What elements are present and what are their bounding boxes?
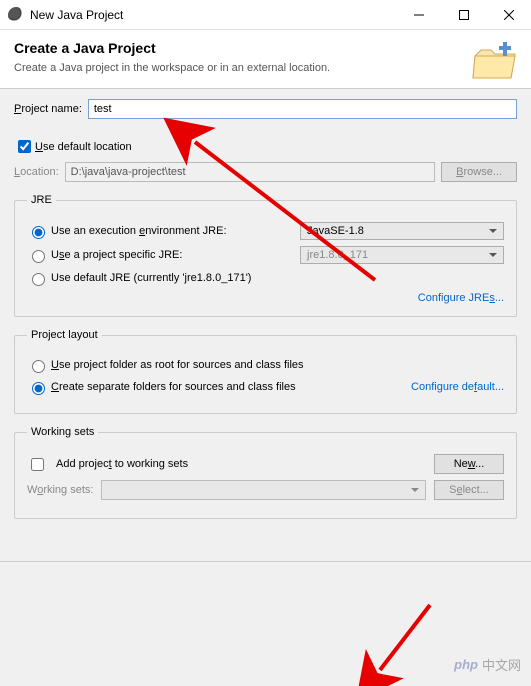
working-sets-group: Working sets Add project to working sets… — [14, 426, 517, 519]
configure-default-link[interactable]: Configure default... — [411, 381, 504, 393]
jre-project-specific-row: Use a project specific JRE: jre1.8.0_171 — [27, 246, 504, 264]
layout-separate-label: Create separate folders for sources and … — [51, 381, 411, 393]
working-sets-select — [101, 480, 426, 500]
use-default-location-row: Use default location — [14, 137, 517, 156]
wizard-title: Create a Java Project — [14, 40, 517, 56]
watermark: php 中文网 — [454, 655, 521, 674]
working-sets-label: Working sets: — [27, 484, 93, 496]
folder-wizard-icon — [471, 38, 519, 86]
jre-default-label: Use default JRE (currently 'jre1.8.0_171… — [51, 272, 504, 284]
jre-default-row: Use default JRE (currently 'jre1.8.0_171… — [27, 270, 504, 286]
jre-project-specific-label: Use a project specific JRE: — [51, 249, 300, 261]
layout-root-radio[interactable] — [32, 360, 45, 373]
watermark-php: php — [454, 657, 478, 672]
jre-exec-env-radio[interactable] — [32, 226, 45, 239]
browse-button: Browse... — [441, 162, 517, 182]
footer-separator — [0, 561, 531, 562]
project-name-input[interactable] — [88, 99, 517, 119]
app-icon — [8, 7, 24, 23]
project-name-label: Project name: — [14, 103, 82, 115]
layout-separate-radio[interactable] — [32, 382, 45, 395]
jre-project-specific-radio[interactable] — [32, 250, 45, 263]
jre-exec-env-label: Use an execution environment JRE: — [51, 225, 300, 237]
project-name-row: Project name: — [14, 99, 517, 119]
jre-default-radio[interactable] — [32, 273, 45, 286]
jre-exec-env-select[interactable]: JavaSE-1.8 — [300, 222, 504, 240]
new-working-set-button[interactable]: New... — [434, 454, 504, 474]
close-button[interactable] — [486, 0, 531, 30]
project-layout-group: Project layout Use project folder as roo… — [14, 329, 517, 414]
wizard-header: Create a Java Project Create a Java proj… — [0, 30, 531, 89]
use-default-location-label: Use default location — [35, 141, 132, 153]
working-sets-select-row: Working sets: Select... — [27, 480, 504, 500]
configure-jres-link[interactable]: Configure JREs... — [418, 292, 504, 304]
use-default-location-checkbox[interactable] — [18, 140, 31, 153]
jre-group: JRE Use an execution environment JRE: Ja… — [14, 194, 517, 317]
working-sets-legend: Working sets — [27, 426, 98, 438]
layout-root-label: Use project folder as root for sources a… — [51, 359, 504, 371]
layout-root-row: Use project folder as root for sources a… — [27, 357, 504, 373]
select-working-set-button: Select... — [434, 480, 504, 500]
jre-legend: JRE — [27, 194, 56, 206]
working-sets-add-row: Add project to working sets New... — [27, 454, 504, 474]
project-layout-legend: Project layout — [27, 329, 102, 341]
titlebar: New Java Project — [0, 0, 531, 30]
add-to-working-sets-label: Add project to working sets — [56, 458, 426, 470]
layout-separate-row: Create separate folders for sources and … — [27, 379, 504, 395]
location-label: Location: — [14, 166, 59, 178]
jre-exec-env-row: Use an execution environment JRE: JavaSE… — [27, 222, 504, 240]
watermark-cn: 中文网 — [482, 655, 521, 674]
minimize-button[interactable] — [396, 0, 441, 30]
wizard-content: Project name: Use default location Locat… — [0, 89, 531, 541]
jre-project-specific-select: jre1.8.0_171 — [300, 246, 504, 264]
add-to-working-sets-checkbox[interactable] — [31, 458, 44, 471]
location-input — [65, 162, 435, 182]
maximize-button[interactable] — [441, 0, 486, 30]
location-row: Location: Browse... — [14, 162, 517, 182]
wizard-subtitle: Create a Java project in the workspace o… — [14, 62, 517, 74]
window-title: New Java Project — [30, 8, 396, 22]
